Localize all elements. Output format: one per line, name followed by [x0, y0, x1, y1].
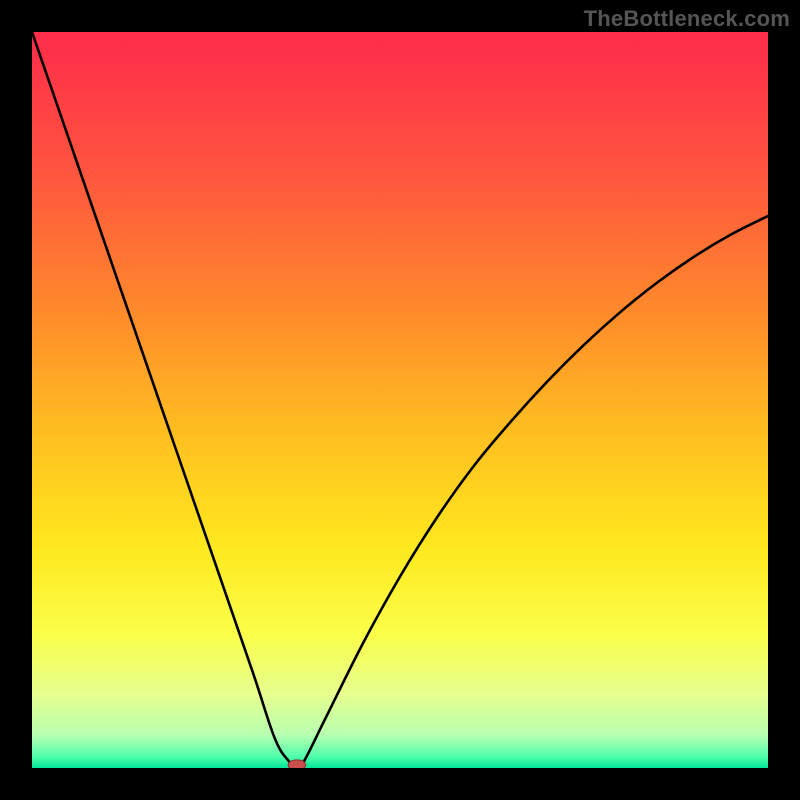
- gradient-background: [32, 32, 768, 768]
- optimal-marker: [288, 760, 306, 768]
- chart-svg: [32, 32, 768, 768]
- watermark-text: TheBottleneck.com: [584, 6, 790, 32]
- chart-frame: TheBottleneck.com: [0, 0, 800, 800]
- plot-area: [32, 32, 768, 768]
